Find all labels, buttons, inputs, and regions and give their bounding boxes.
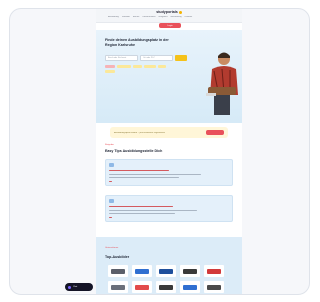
location-input[interactable]: Ort oder PLZ [140, 55, 173, 61]
nav-item-6[interactable]: Kontakt [185, 16, 192, 18]
nav-item-3[interactable]: Unternehmen [142, 16, 155, 18]
popular-tags [105, 65, 177, 73]
nav-item-4[interactable]: Ratgeber [159, 16, 168, 18]
tag-chip[interactable] [117, 65, 131, 68]
company-logo[interactable] [180, 281, 200, 293]
hero-title: Finde deinen Ausbildungsplatz in der Reg… [105, 38, 169, 47]
tip-card-heading [109, 170, 169, 172]
nav-item-0[interactable]: Ausbildung [108, 16, 119, 18]
promo-banner-button[interactable] [206, 130, 224, 135]
company-logo[interactable] [204, 281, 224, 293]
company-logo[interactable] [204, 265, 224, 277]
nav-item-1[interactable]: Studium [122, 16, 130, 18]
company-logo[interactable] [132, 265, 152, 277]
nav-item-2[interactable]: Berufe [133, 16, 139, 18]
tip-card[interactable] [105, 195, 233, 222]
promo-banner-text: Ausbildungsplatz finden – jetzt kostenlo… [114, 131, 165, 134]
tip-card-heading [109, 206, 173, 208]
companies-title: Top-Ausbilder [105, 255, 130, 259]
tip-card[interactable] [105, 159, 233, 186]
web-page[interactable]: studyportals Ausbildung Studium Berufe U… [96, 9, 242, 294]
hero-person-image [206, 52, 238, 115]
search-bar: Beruf oder Stichwort Ort oder PLZ [105, 55, 187, 61]
nav-item-5[interactable]: Bewerbung [171, 16, 182, 18]
site-logo-text: studyportals [156, 10, 178, 14]
company-logo[interactable] [108, 281, 128, 293]
company-logo[interactable] [108, 265, 128, 277]
tip-card-icon [109, 199, 114, 203]
promo-banner: Ausbildungsplatz finden – jetzt kostenlo… [110, 127, 228, 138]
companies-eyebrow: Unternehmen [105, 247, 119, 249]
tip-card-text-line [109, 210, 197, 212]
tip-card-link-icon[interactable] [109, 181, 112, 183]
tag-chip[interactable] [144, 65, 156, 68]
tag-chip[interactable] [133, 65, 142, 68]
company-logo[interactable] [180, 265, 200, 277]
chat-label: Chat [73, 286, 78, 288]
site-logo[interactable]: studyportals [96, 10, 242, 14]
company-logo-row [108, 281, 224, 293]
tip-card-text-line [109, 213, 175, 215]
tip-card-link-icon[interactable] [109, 217, 112, 219]
tips-title: Easy Tips Ausbildungsstelle Dich [105, 149, 163, 153]
tag-chip[interactable] [158, 65, 166, 68]
chat-icon [68, 285, 71, 289]
company-logo-row [108, 265, 224, 277]
tag-chip[interactable] [105, 70, 115, 73]
tip-card-text-line [109, 174, 201, 176]
search-button[interactable] [175, 55, 187, 61]
tips-eyebrow: Ratgeber [105, 144, 114, 146]
chat-widget-button[interactable]: Chat [65, 283, 93, 291]
search-input[interactable]: Beruf oder Stichwort [105, 55, 138, 61]
company-logo[interactable] [132, 281, 152, 293]
company-logo[interactable] [156, 265, 176, 277]
company-logo[interactable] [156, 281, 176, 293]
browser-frame: studyportals Ausbildung Studium Berufe U… [9, 8, 310, 295]
tip-card-text-line [109, 177, 179, 179]
nav-menu: Ausbildung Studium Berufe Unternehmen Ra… [108, 16, 236, 18]
login-button[interactable]: Login [159, 23, 181, 28]
logo-dot-icon [178, 10, 182, 14]
tip-card-icon [109, 163, 114, 167]
tag-chip[interactable] [105, 65, 115, 68]
